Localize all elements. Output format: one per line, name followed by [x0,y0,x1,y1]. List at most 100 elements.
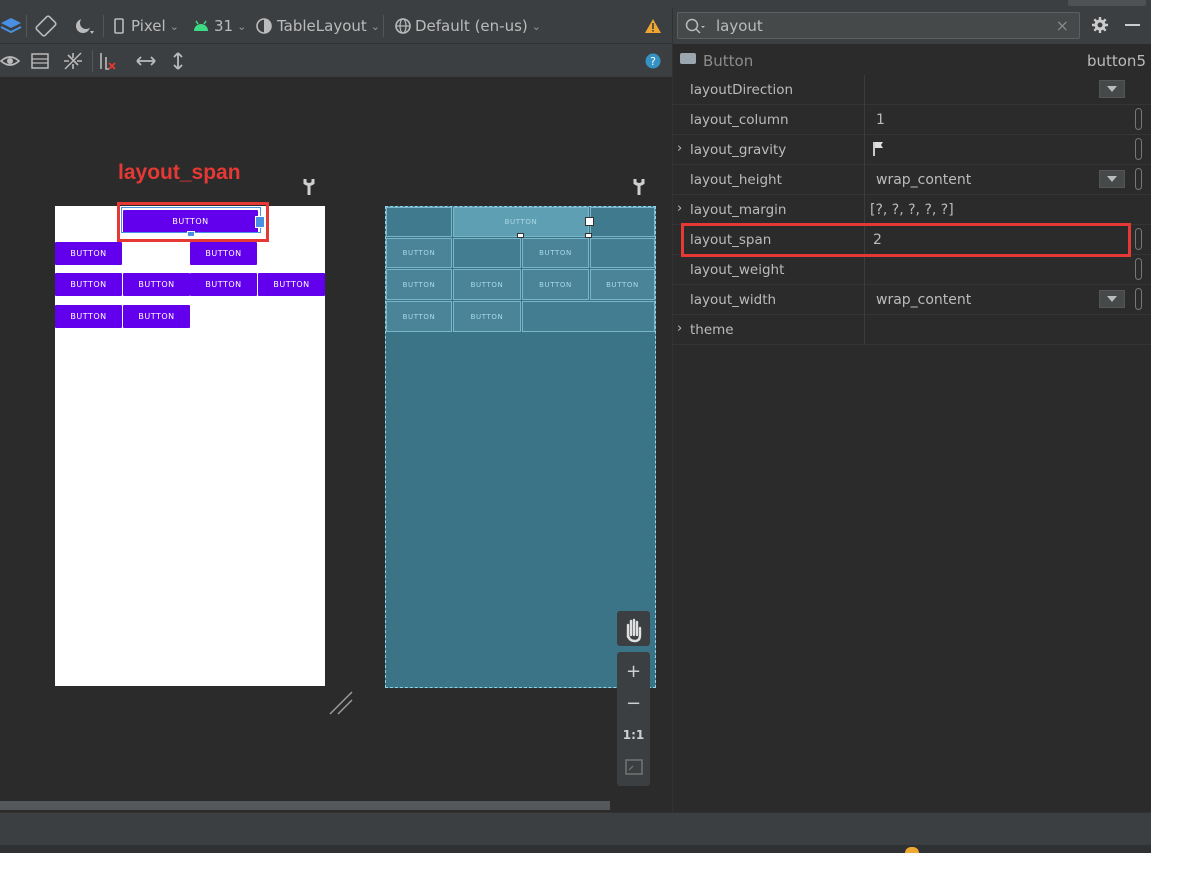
button[interactable]: BUTTON [258,273,325,296]
resource-picker-button[interactable] [1135,168,1142,190]
attribute-name: layout_width [690,292,777,308]
attribute-value[interactable]: 1 [876,112,885,128]
gear-icon[interactable] [1091,16,1109,34]
column-separator [864,195,865,225]
button-widget-icon [680,53,696,64]
attribute-name: layout_height [690,172,782,188]
button[interactable]: BUTTON [55,242,122,265]
blueprint-cell [522,301,655,332]
expand-arrow-icon[interactable]: › [677,201,682,216]
blueprint-button[interactable]: BUTTON [453,301,521,332]
locale-selector[interactable]: Default (en-us) ⌄ [394,14,541,38]
globe-icon [395,18,411,34]
button[interactable]: BUTTON [190,273,257,296]
attributes-search-row: layout × [673,8,1151,44]
pan-button[interactable] [617,611,650,646]
attribute-name: layoutDirection [690,82,794,98]
device-label: Pixel [131,17,166,35]
attribute-row[interactable]: › layout_margin [?, ?, ?, ?, ?] [673,195,1151,225]
dropdown-button[interactable] [1099,290,1125,308]
blueprint-button[interactable]: BUTTON [590,269,655,300]
chevron-down-icon: ⌄ [370,19,380,33]
zoom-controls: + − 1:1 [617,652,650,786]
zoom-to-fit-button[interactable] [617,752,650,782]
button[interactable]: BUTTON [55,273,122,296]
zoom-out-button[interactable]: − [617,688,650,718]
resource-picker-button[interactable] [1135,108,1142,130]
blueprint-button[interactable]: BUTTON [386,238,452,268]
expand-horizontal-icon[interactable] [135,49,157,73]
dropdown-button[interactable] [1099,80,1125,98]
api-level-selector[interactable]: 31 ⌄ [192,14,246,38]
attribute-row[interactable]: layoutDirection [673,75,1151,105]
wrench-icon[interactable] [302,178,316,196]
blueprint-button[interactable]: BUTTON [386,301,452,332]
blueprint-cell [590,207,655,237]
attribute-row[interactable]: layout_column 1 [673,105,1151,135]
top-tab[interactable] [1068,0,1146,6]
button[interactable]: BUTTON [123,273,190,296]
attributes-search-input[interactable]: layout × [677,12,1080,39]
attribute-row[interactable]: layout_width wrap_content [673,285,1151,315]
clear-constraints-icon[interactable] [98,49,118,73]
attribute-row[interactable]: layout_height wrap_content [673,165,1151,195]
theme-selector[interactable]: TableLayout ⌄ [255,14,380,38]
column-separator [864,285,865,315]
resource-picker-button[interactable] [1135,288,1142,310]
attributes-panel: layout × Button button5 layoutDirection … [672,8,1151,812]
search-value: layout [716,16,763,35]
actual-size-button[interactable]: 1:1 [617,720,650,750]
clear-search-icon[interactable]: × [1056,16,1069,35]
blueprint-button[interactable]: BUTTON [386,269,452,300]
layers-icon[interactable] [0,14,22,38]
warning-icon[interactable] [644,14,662,38]
api-level-label: 31 [214,17,234,35]
design-toolbar: Pixel ⌄ 31 ⌄ TableLayout ⌄ Default (en-us) ⌄ [0,8,672,44]
notification-icon[interactable] [905,847,919,853]
orientation-icon[interactable] [34,14,58,38]
device-selector[interactable]: Pixel ⌄ [113,14,179,38]
blueprint-cell [453,238,521,268]
minimize-icon[interactable] [1125,24,1140,26]
attribute-value[interactable]: wrap_content [876,292,971,308]
wrench-icon[interactable] [632,178,646,196]
annotation-highlight-box [117,202,269,242]
android-icon [194,20,208,31]
dropdown-button[interactable] [1099,170,1125,188]
column-separator [864,165,865,195]
blueprint-button[interactable]: BUTTON [522,238,589,268]
expand-vertical-icon[interactable] [170,49,186,73]
chevron-down-icon: ⌄ [237,19,247,33]
margins-icon[interactable] [30,49,50,73]
eye-icon[interactable] [0,49,22,73]
expand-arrow-icon[interactable]: › [677,141,682,156]
button[interactable]: BUTTON [190,242,257,265]
button[interactable]: BUTTON [123,305,190,328]
button[interactable]: BUTTON [55,305,122,328]
horizontal-scrollbar[interactable] [0,801,610,810]
column-separator [864,315,865,345]
attribute-row[interactable]: › theme [673,315,1151,345]
column-separator [864,75,865,105]
attribute-row[interactable]: layout_weight [673,255,1151,285]
autoconnect-off-icon[interactable] [62,49,84,73]
attribute-value[interactable]: wrap_content [876,172,971,188]
blueprint-button[interactable]: BUTTON [522,269,589,300]
flag-icon[interactable] [872,141,886,157]
attribute-name: theme [690,322,734,338]
resource-picker-button[interactable] [1135,228,1142,250]
attribute-name: layout_weight [690,262,785,278]
resource-picker-button[interactable] [1135,138,1142,160]
zoom-in-button[interactable]: + [617,656,650,686]
blueprint-handle[interactable] [585,217,594,226]
attribute-name: layout_gravity [690,142,787,158]
top-strip [0,0,1151,8]
blueprint-button[interactable]: BUTTON [453,269,521,300]
attribute-row[interactable]: › layout_gravity [673,135,1151,165]
help-icon[interactable]: ? [645,49,661,73]
resize-handle-icon[interactable] [328,690,354,716]
attribute-value[interactable]: [?, ?, ?, ?, ?] [870,202,954,218]
expand-arrow-icon[interactable]: › [677,321,682,336]
night-mode-icon[interactable] [72,14,96,38]
resource-picker-button[interactable] [1135,258,1142,280]
